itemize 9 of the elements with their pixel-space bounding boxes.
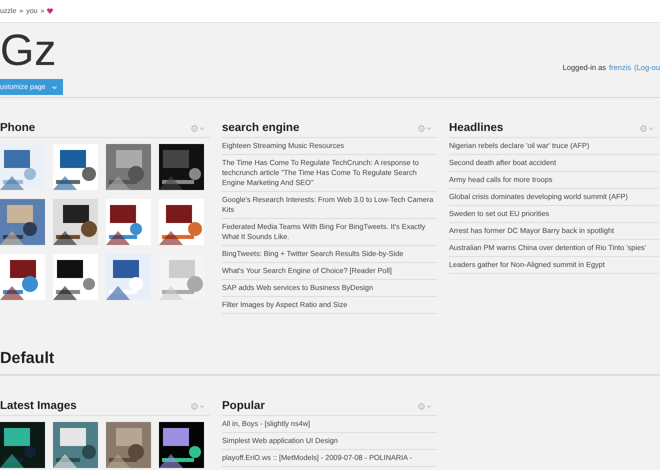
widget-title: Headlines: [449, 122, 504, 134]
widget-title: Latest Images: [0, 400, 77, 412]
widget-title: search engine: [222, 122, 300, 134]
widget-title: Phone: [0, 122, 36, 134]
heart-icon[interactable]: [47, 8, 54, 14]
caret-icon: [52, 86, 57, 88]
widget-title: Popular: [222, 400, 265, 412]
section-heading: Default: [0, 350, 660, 376]
page-title: Gz: [0, 27, 58, 75]
